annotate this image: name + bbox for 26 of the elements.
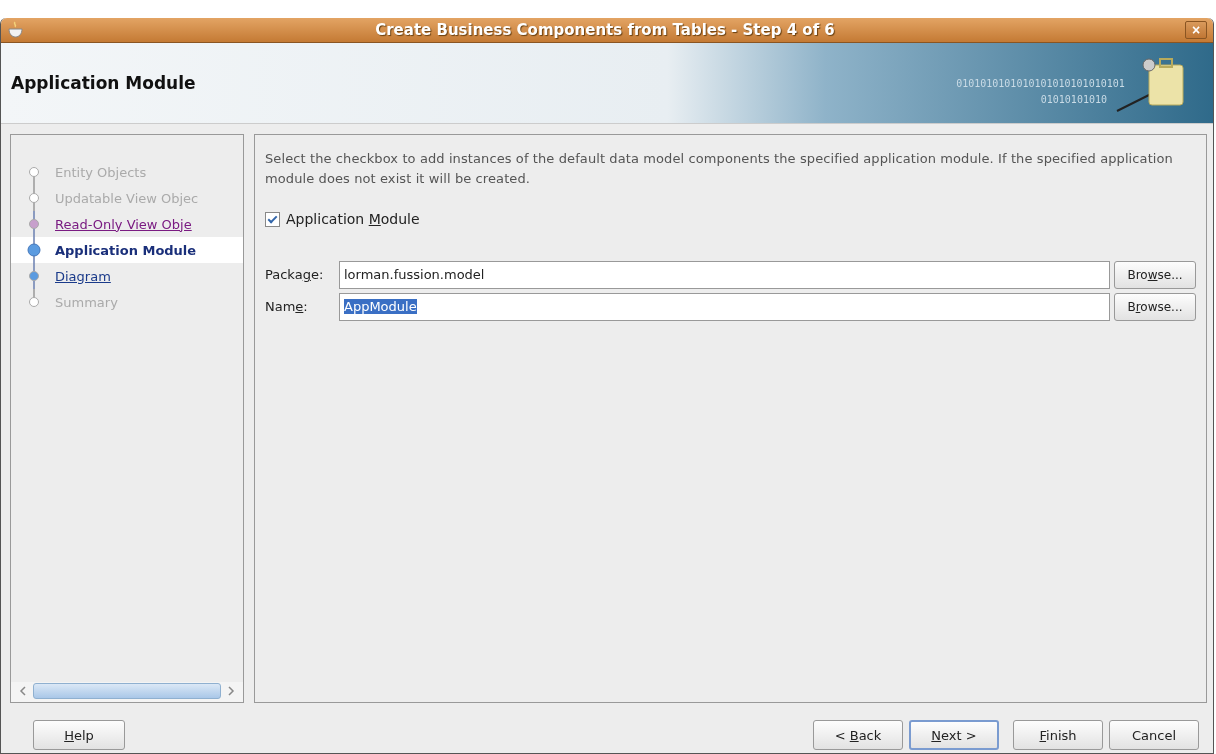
input-field[interactable]: AppModule: [339, 292, 1110, 321]
scroll-right-icon[interactable]: [227, 686, 235, 696]
banner-digits: 01010101010: [1040, 94, 1107, 105]
step-item[interactable]: Application Module: [11, 237, 243, 263]
application-module-checkbox[interactable]: Application Module: [265, 211, 420, 227]
scroll-left-icon[interactable]: [19, 686, 27, 696]
field-label: Package:: [265, 267, 325, 282]
wizard-button[interactable]: Finish: [1013, 720, 1103, 750]
description-text: Select the checkbox to add instances of the default data model components the specified application module. If the specified application module does not exist it will be created.: [265, 150, 1174, 188]
scroll-thumb[interactable]: [33, 683, 221, 699]
help-button[interactable]: Help: [33, 720, 125, 750]
window-title: Create Business Components from Tables - Step 4 of 6: [374, 21, 836, 39]
input-field[interactable]: lorman.fussion.model: [339, 260, 1110, 289]
browse-button[interactable]: Browse...: [1114, 292, 1196, 321]
banner-digits: 0101010101010101010101010101: [956, 77, 1125, 89]
wizard-button[interactable]: Cancel: [1109, 720, 1199, 750]
field-label: Name:: [265, 299, 309, 314]
wizard-button[interactable]: < Back: [813, 720, 903, 750]
step-node-icon: [25, 237, 43, 263]
horizontal-scrollbar[interactable]: [11, 682, 243, 702]
step-item[interactable]: Read-Only View Obje: [11, 211, 243, 237]
step-item[interactable]: Diagram: [11, 263, 243, 289]
wizard-button[interactable]: Next >: [909, 720, 999, 750]
browse-button[interactable]: Browse...: [1114, 260, 1196, 289]
cup-icon: [7, 21, 25, 39]
page-title: Application Module: [10, 73, 197, 93]
